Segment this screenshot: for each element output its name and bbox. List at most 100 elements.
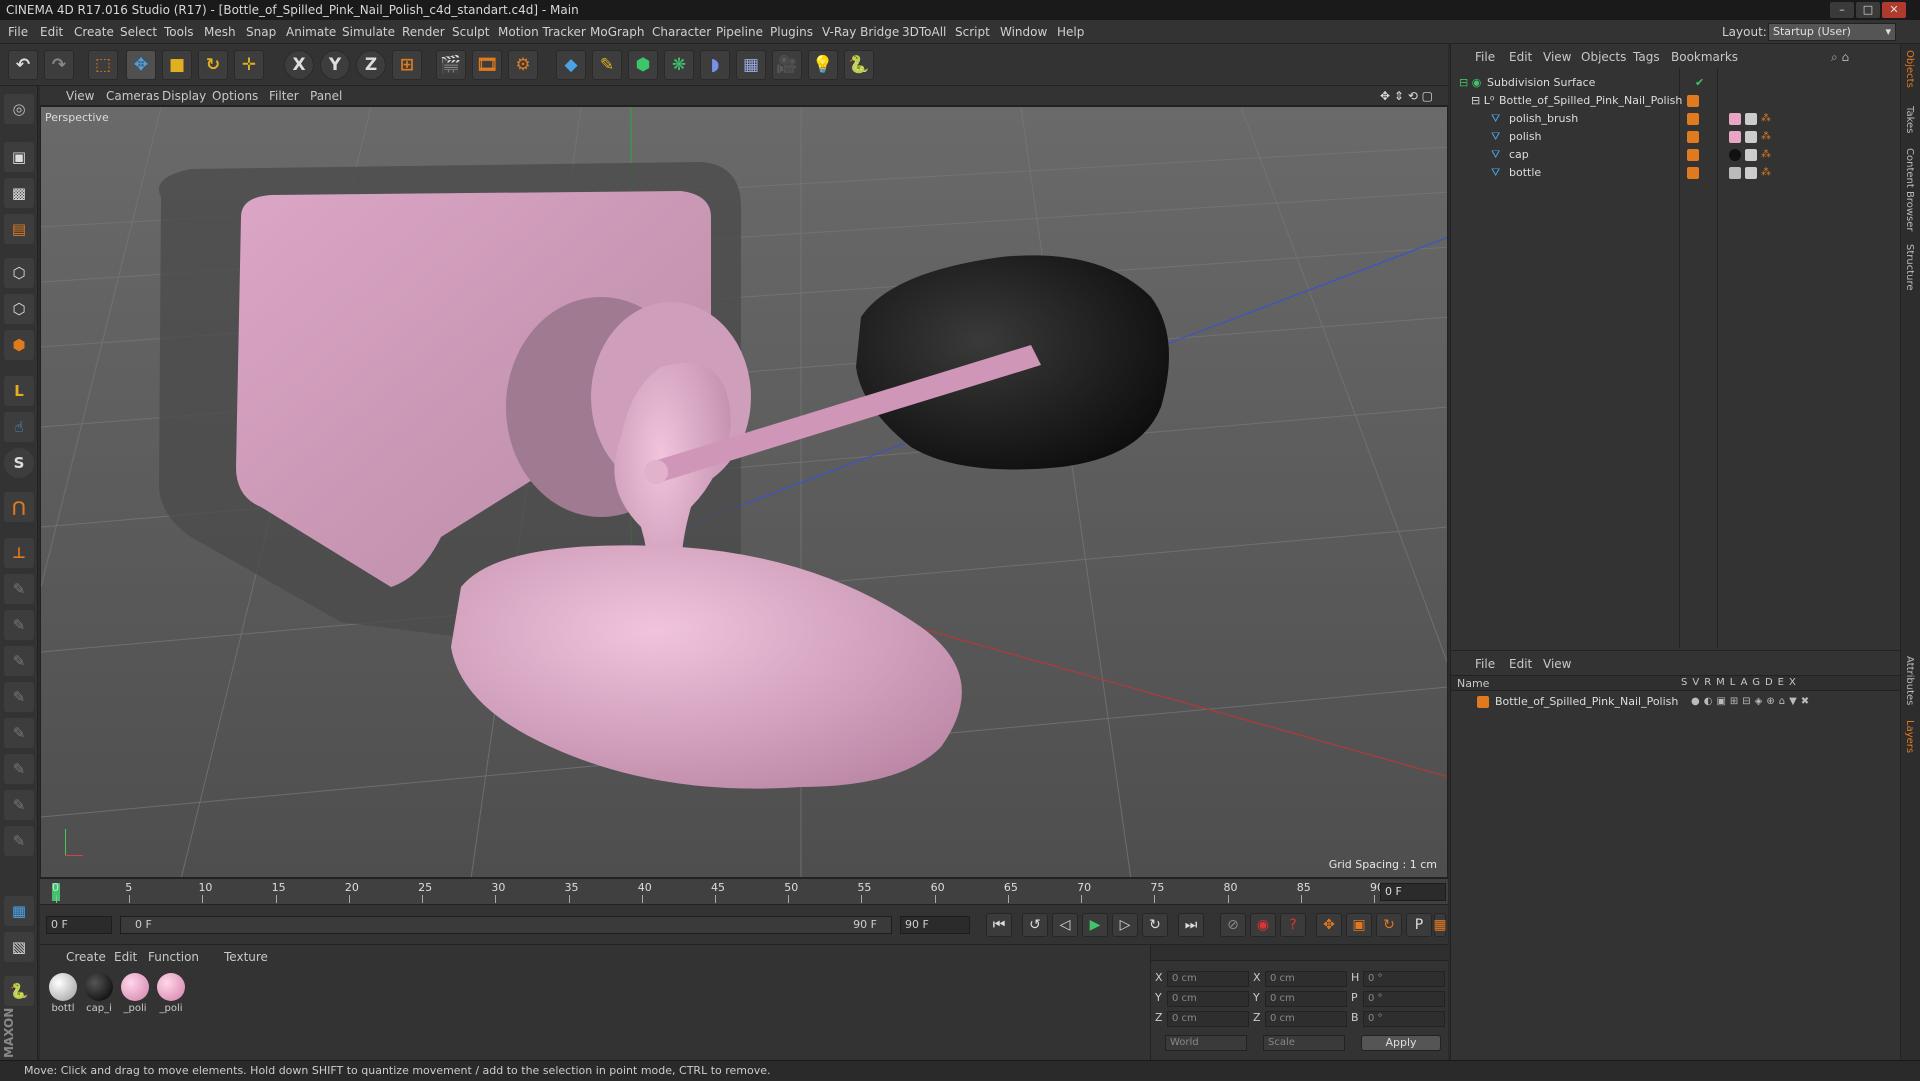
- planar-workplane-icon[interactable]: ▧: [4, 932, 34, 962]
- layer-color-icon[interactable]: [1477, 696, 1489, 708]
- layer-color-icon[interactable]: [1687, 149, 1699, 161]
- tab-layers[interactable]: Layers: [1904, 720, 1915, 753]
- menu-plugins[interactable]: Plugins: [770, 25, 813, 39]
- menu-character[interactable]: Character: [652, 25, 711, 39]
- coord-mode-world-select[interactable]: World: [1165, 1035, 1247, 1051]
- sculpt-smooth-icon[interactable]: ✎: [4, 610, 34, 640]
- obj-row-cap[interactable]: ⛛ cap ⁂: [1455, 146, 1897, 164]
- texture-tag-icon[interactable]: ⁂: [1761, 128, 1771, 146]
- menu-tools[interactable]: Tools: [164, 25, 194, 39]
- menu-window[interactable]: Window: [1000, 25, 1047, 39]
- uvw-tag-icon[interactable]: [1745, 113, 1757, 125]
- previous-keyframe-icon[interactable]: ↺: [1022, 913, 1048, 937]
- menu-simulate[interactable]: Simulate: [342, 25, 395, 39]
- maximize-button[interactable]: □: [1856, 2, 1880, 18]
- go-to-start-icon[interactable]: ⏮: [986, 913, 1012, 937]
- start-frame-field[interactable]: 0 F: [46, 916, 112, 934]
- rot-b-field[interactable]: 0 °: [1363, 1011, 1445, 1027]
- menu-script[interactable]: Script: [955, 25, 990, 39]
- z-axis-icon[interactable]: Z: [356, 50, 386, 80]
- mat-menu-texture[interactable]: Texture: [224, 950, 268, 964]
- sculpt-pull-icon[interactable]: ✎: [4, 574, 34, 604]
- render-view-icon[interactable]: 🎬: [436, 50, 466, 80]
- undo-icon[interactable]: ↶: [8, 50, 38, 80]
- material-tag-icon[interactable]: [1729, 149, 1741, 161]
- record-keys-icon[interactable]: ⊘: [1220, 913, 1246, 937]
- close-button[interactable]: ✕: [1882, 2, 1906, 18]
- menu-render[interactable]: Render: [402, 25, 445, 39]
- mat-menu-create[interactable]: Create: [66, 950, 106, 964]
- step-back-icon[interactable]: ◁: [1052, 913, 1078, 937]
- keyframe-selection-icon[interactable]: ?: [1280, 913, 1306, 937]
- obj-row-subdivision[interactable]: ⊟ ◉ Subdivision Surface ✔: [1455, 74, 1897, 92]
- obj-menu-bookmarks[interactable]: Bookmarks: [1671, 50, 1738, 64]
- layer-menu-view[interactable]: View: [1543, 657, 1571, 671]
- obj-row-polish[interactable]: ⛛ polish ⁂: [1455, 128, 1897, 146]
- tab-content-browser[interactable]: Content Browser: [1904, 148, 1915, 231]
- sculpt-flatten-icon[interactable]: ✎: [4, 682, 34, 712]
- uvw-tag-icon[interactable]: [1745, 167, 1757, 179]
- next-keyframe-icon[interactable]: ↻: [1142, 913, 1168, 937]
- size-x-field[interactable]: 0 cm: [1265, 971, 1347, 987]
- model-mode-icon[interactable]: ▣: [4, 142, 34, 172]
- tab-structure[interactable]: Structure: [1904, 244, 1915, 291]
- timeline-ruler[interactable]: 0 5 10 15 20 25 30 35 40 45 50 55 60 65 70 75 80 85 90 0 F: [40, 878, 1448, 904]
- material-tag-icon[interactable]: [1729, 131, 1741, 143]
- 3d-viewport[interactable]: Perspective Grid Spacing : 1 cm: [40, 106, 1448, 878]
- vp-menu-view[interactable]: View: [66, 89, 94, 103]
- rotate-tool-icon[interactable]: ↻: [198, 50, 228, 80]
- step-forward-icon[interactable]: ▷: [1112, 913, 1138, 937]
- edges-mode-icon[interactable]: ⬡: [4, 294, 34, 324]
- sculpt-inflate-icon[interactable]: ✎: [4, 718, 34, 748]
- points-mode-icon[interactable]: ⬡: [4, 258, 34, 288]
- python-icon[interactable]: 🐍: [844, 50, 874, 80]
- menu-vray-bridge[interactable]: V-Ray Bridge: [822, 25, 899, 39]
- obj-menu-edit[interactable]: Edit: [1509, 50, 1532, 64]
- menu-motion-tracker[interactable]: Motion Tracker: [498, 25, 586, 39]
- python-script-icon[interactable]: 🐍: [4, 976, 34, 1006]
- light-icon[interactable]: 💡: [808, 50, 838, 80]
- viewport-nav-icons[interactable]: ✥ ⇕ ⟲ ▢: [1380, 89, 1433, 103]
- workplane-icon[interactable]: ▤: [4, 214, 34, 244]
- obj-row-polish-brush[interactable]: ⛛ polish_brush ⁂: [1455, 110, 1897, 128]
- autokey-icon[interactable]: ◉: [1250, 913, 1276, 937]
- sculpt-brush-icon[interactable]: ✎: [4, 790, 34, 820]
- layer-color-icon[interactable]: [1687, 113, 1699, 125]
- play-icon[interactable]: ▶: [1082, 913, 1108, 937]
- render-settings-icon[interactable]: ⚙: [508, 50, 538, 80]
- render-to-picture-viewer-icon[interactable]: 🎞: [472, 50, 502, 80]
- layer-row[interactable]: Bottle_of_Spilled_Pink_Nail_Polish ●◐▣⊞⊟…: [1455, 693, 1897, 711]
- tab-attributes[interactable]: Attributes: [1904, 656, 1915, 705]
- menu-select[interactable]: Select: [120, 25, 157, 39]
- apply-button[interactable]: Apply: [1361, 1035, 1441, 1051]
- key-rotation-icon[interactable]: ↻: [1376, 913, 1402, 937]
- key-param-icon[interactable]: P: [1406, 913, 1432, 937]
- floor-icon[interactable]: ▦: [736, 50, 766, 80]
- menu-pipeline[interactable]: Pipeline: [716, 25, 763, 39]
- obj-row-bottle-null[interactable]: ⊟ L⁰ Bottle_of_Spilled_Pink_Nail_Polish: [1455, 92, 1897, 110]
- pos-z-field[interactable]: 0 cm: [1167, 1011, 1249, 1027]
- mat-menu-edit[interactable]: Edit: [114, 950, 137, 964]
- check-icon[interactable]: ✔: [1695, 74, 1704, 92]
- transform-tool-icon[interactable]: ✛: [234, 50, 264, 80]
- obj-menu-view[interactable]: View: [1543, 50, 1571, 64]
- axis-mode-icon[interactable]: L: [4, 376, 34, 406]
- rot-p-field[interactable]: 0 °: [1363, 991, 1445, 1007]
- menu-snap[interactable]: Snap: [246, 25, 276, 39]
- cube-icon[interactable]: ◆: [556, 50, 586, 80]
- make-editable-icon[interactable]: ◎: [4, 94, 34, 124]
- coord-mode-scale-select[interactable]: Scale: [1263, 1035, 1345, 1051]
- deformer-icon[interactable]: ◗: [700, 50, 730, 80]
- obj-menu-objects[interactable]: Objects: [1581, 50, 1626, 64]
- quantize-icon[interactable]: ⊥: [4, 538, 34, 568]
- x-axis-icon[interactable]: X: [284, 50, 314, 80]
- tab-objects[interactable]: Objects: [1904, 50, 1915, 88]
- pen-spline-icon[interactable]: ✎: [592, 50, 622, 80]
- mat-menu-function[interactable]: Function: [148, 950, 199, 964]
- material-polish-2[interactable]: _poli: [154, 971, 188, 1014]
- texture-tag-icon[interactable]: ⁂: [1761, 110, 1771, 128]
- menu-edit[interactable]: Edit: [40, 25, 63, 39]
- timeline-window-icon[interactable]: ▦: [1433, 913, 1447, 937]
- live-selection-icon[interactable]: ⬚: [88, 50, 118, 80]
- menu-animate[interactable]: Animate: [286, 25, 336, 39]
